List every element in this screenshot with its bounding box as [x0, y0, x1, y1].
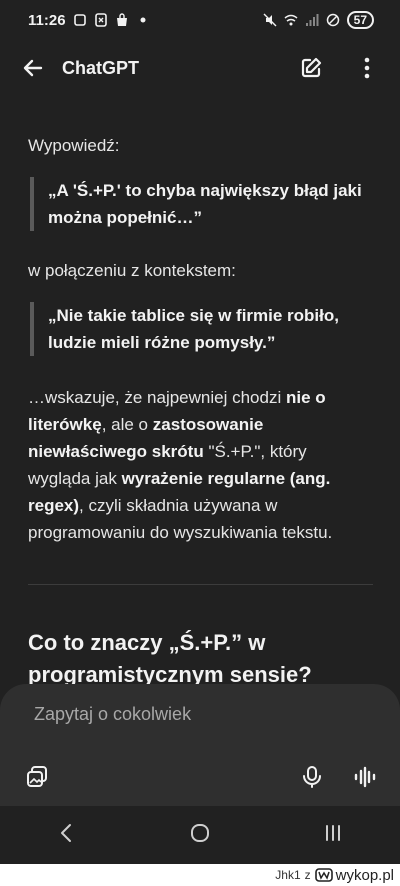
voice-mode-button[interactable]: [350, 762, 380, 792]
image-attach-icon: [27, 766, 47, 787]
prompt-input[interactable]: Zapytaj o cokolwiek: [34, 704, 191, 725]
composer: Zapytaj o cokolwiek: [0, 684, 400, 806]
chat-message: Wypowiedź: „A 'Ś.+P.' to chyba największ…: [0, 100, 400, 684]
watermark-separator: z: [304, 868, 311, 882]
watermark-logo: wykop.pl: [314, 866, 394, 884]
app-bar: ChatGPT: [0, 42, 400, 94]
dot-icon: [140, 17, 146, 23]
edit-icon: [301, 57, 322, 78]
watermark: Jhk1 z wykop.pl: [0, 864, 400, 886]
status-time: 11:26: [28, 11, 66, 29]
more-options-button[interactable]: [352, 53, 382, 83]
battery-indicator: 57: [346, 11, 374, 29]
voice-waveform-icon: [354, 766, 376, 788]
watermark-user: Jhk1: [275, 868, 301, 882]
section-heading: Co to znaczy „Ś.+P.” w programistycznym …: [28, 630, 312, 684]
system-nav-bar: [0, 806, 400, 864]
message-paragraph: w połączeniu z kontekstem:: [28, 261, 236, 280]
back-arrow-icon: [23, 59, 43, 77]
nav-recents-button[interactable]: [321, 821, 345, 850]
do-not-disturb-icon: [326, 13, 339, 27]
nav-recents-icon: [326, 824, 341, 841]
notification-icon: [73, 14, 86, 26]
app-title: ChatGPT: [62, 57, 140, 78]
blockquote: „A 'Ś.+P.' to chyba największy błąd jaki…: [30, 177, 373, 231]
nav-back-icon: [60, 823, 71, 842]
microphone-button[interactable]: [297, 762, 327, 792]
attach-button[interactable]: [22, 762, 52, 792]
more-vertical-icon: [364, 57, 370, 79]
divider: [28, 584, 373, 585]
nav-home-icon: [190, 823, 209, 842]
back-button[interactable]: [18, 53, 48, 83]
mute-icon: [263, 13, 277, 27]
status-bar: 11:26 57: [0, 0, 400, 40]
app-notification-icon: [94, 13, 107, 27]
signal-icon: [305, 14, 319, 26]
nav-back-button[interactable]: [55, 821, 79, 850]
nav-home-button[interactable]: [188, 821, 212, 850]
message-paragraph: …wskazuje, że najpewniej chodzi nie o li…: [28, 388, 333, 542]
blockquote: „Nie takie tablice się w firmie robiło, …: [30, 302, 373, 356]
wykop-logo-icon: [314, 868, 333, 882]
message-paragraph: Wypowiedź:: [28, 136, 120, 155]
wifi-icon: [284, 14, 298, 26]
watermark-site: wykop.pl: [335, 866, 394, 884]
shopping-bag-icon: [116, 13, 127, 26]
new-chat-button[interactable]: [296, 53, 326, 83]
microphone-icon: [303, 766, 321, 788]
